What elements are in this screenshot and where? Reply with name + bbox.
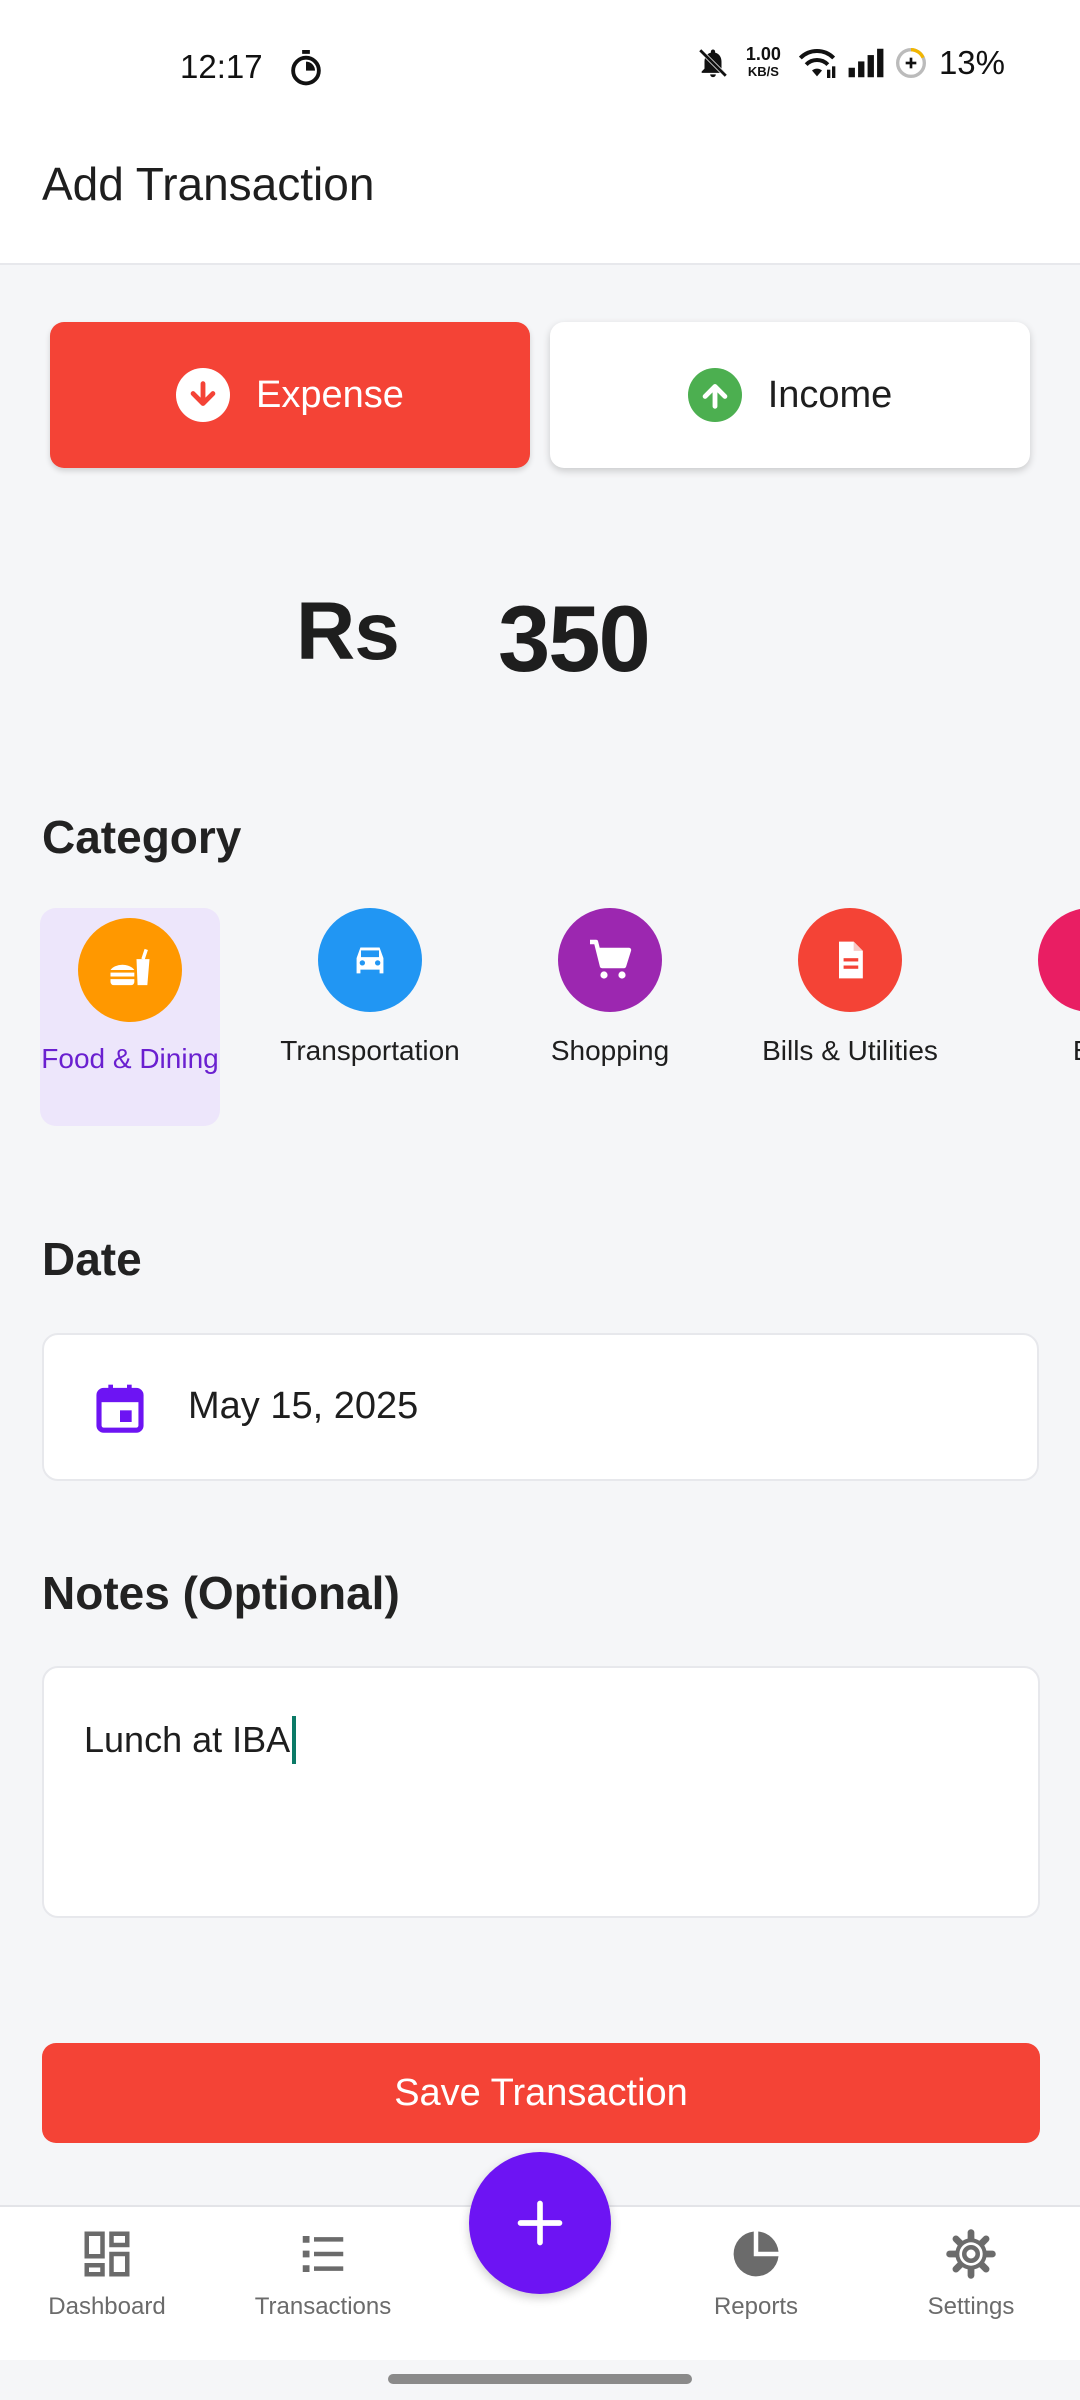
arrow-up-icon [687,368,742,422]
category-transportation[interactable]: Transportation [280,908,460,1126]
amount-value[interactable]: 350 [498,585,651,693]
category-label: Shopping [550,1035,670,1066]
nav-label: Transactions [254,2293,392,2320]
wifi-icon [798,49,836,78]
receipt-icon [798,908,902,1012]
category-food-dining[interactable]: Food & Dining [40,908,220,1126]
category-label: Transportation [280,1035,460,1066]
date-value: May 15, 2025 [188,1385,419,1427]
category-label: Bills & Utilities [762,1035,938,1066]
page-title: Add Transaction [42,158,375,210]
plus-icon [517,2200,563,2246]
calendar-icon [96,1384,144,1433]
entertainment-icon [1038,908,1080,1012]
text-cursor [292,1716,297,1764]
car-icon [318,908,422,1012]
status-icons: 1.00 KB/S 13% [696,44,1005,82]
save-transaction-button[interactable]: Save Transaction [42,2043,1040,2143]
income-label: Income [767,373,893,416]
expense-label: Expense [256,373,404,416]
notes-title: Notes (Optional) [42,1567,400,1619]
notes-value: Lunch at IBA [84,1719,291,1760]
notes-text: Lunch at IBA [84,1716,297,1764]
gear-icon [946,2229,996,2279]
status-bar: 12:17 1.00 KB/S 13% [0,0,1080,135]
income-button[interactable]: Income [550,322,1030,468]
battery-saver-icon [895,48,926,78]
list-icon [302,2236,344,2272]
nav-transactions[interactable]: Transactions [223,2227,423,2321]
nav-dashboard[interactable]: Dashboard [7,2227,207,2321]
app-header: Add Transaction [0,135,1080,265]
battery-percentage: 13% [938,44,1005,81]
nav-reports[interactable]: Reports [656,2227,856,2321]
cart-icon [558,908,662,1012]
gesture-area [0,2360,1080,2400]
status-time: 12:17 [180,48,263,85]
amount-input[interactable]: Rs 350 [0,585,1080,695]
nav-settings[interactable]: Settings [871,2227,1071,2321]
category-title: Category [42,811,242,863]
home-gesture-bar[interactable] [388,2374,692,2384]
nav-label: Settings [927,2293,1015,2320]
dashboard-icon [84,2231,130,2277]
category-label: En [990,1032,1080,1069]
date-title: Date [42,1233,142,1285]
notes-input[interactable]: Lunch at IBA [42,1666,1040,1918]
expense-button[interactable]: Expense [50,322,530,468]
add-transaction-fab[interactable] [469,2152,611,2294]
nav-label: Dashboard [48,2293,166,2320]
currency-label: Rs [296,586,400,677]
bell-off-icon [698,48,728,78]
signal-icon [848,48,884,78]
category-shopping[interactable]: Shopping [520,908,700,1126]
timer-icon [291,50,321,86]
nav-label: Reports [713,2293,799,2320]
category-entertainment[interactable]: En [1000,908,1080,1126]
pie-chart-icon [733,2231,779,2277]
date-picker-field[interactable]: May 15, 2025 [42,1333,1039,1481]
fastfood-icon [78,918,182,1022]
category-bills-utilities[interactable]: Bills & Utilities [760,908,940,1126]
network-speed: 1.00 KB/S [745,44,781,79]
arrow-down-icon [176,368,231,422]
category-list[interactable]: Food & Dining Transportation Shopping Bi… [40,908,1080,1128]
category-label: Food & Dining [41,1043,219,1074]
transaction-type-toggle: Expense Income [50,322,1030,468]
